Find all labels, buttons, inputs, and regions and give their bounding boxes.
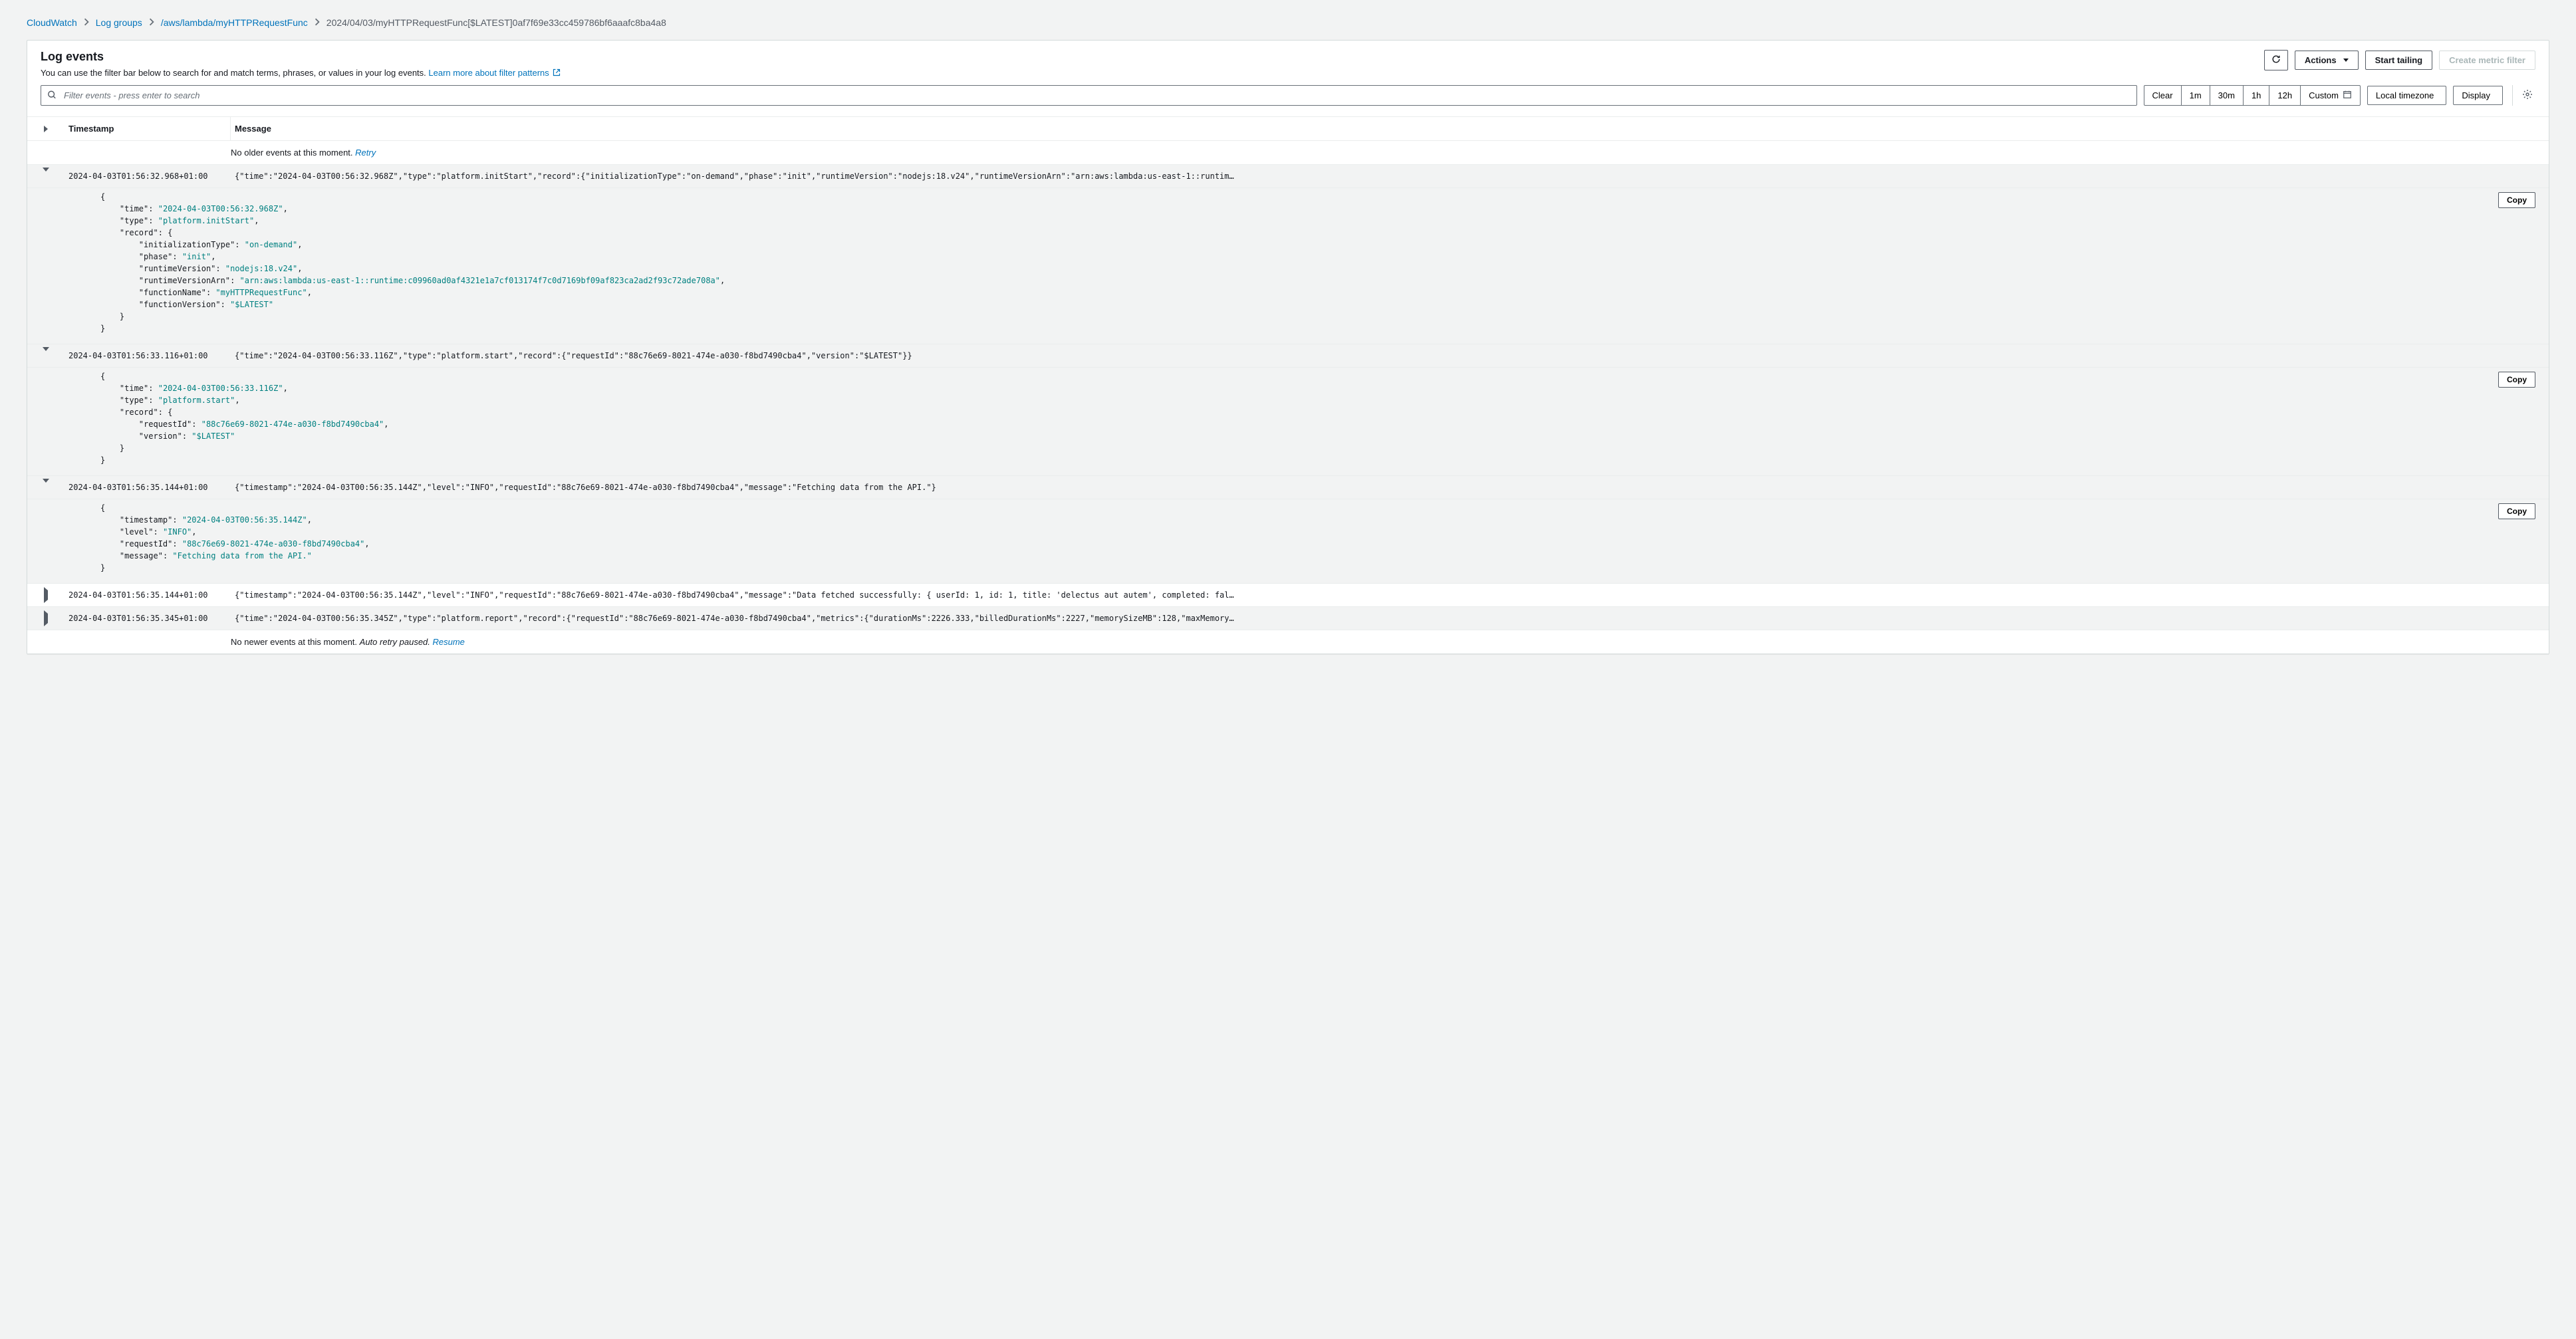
- copy-button[interactable]: Copy: [2498, 503, 2535, 519]
- event-message-summary: {"timestamp":"2024-04-03T00:56:35.144Z",…: [231, 584, 2549, 606]
- time-custom-button[interactable]: Custom: [2301, 85, 2361, 106]
- event-message-summary: {"time":"2024-04-03T00:56:33.116Z","type…: [231, 344, 2549, 367]
- event-message-summary: {"time":"2024-04-03T00:56:32.968Z","type…: [231, 165, 2549, 187]
- log-event-row: 2024-04-03T01:56:33.116+01:00{"time":"20…: [27, 344, 2549, 368]
- filter-events-input[interactable]: [41, 85, 2137, 106]
- settings-button[interactable]: [2512, 85, 2535, 106]
- event-json: { "time": "2024-04-03T00:56:32.968Z", "t…: [100, 191, 2535, 334]
- log-events-panel: Log events You can use the filter bar be…: [27, 40, 2549, 654]
- breadcrumb-log-group-name[interactable]: /aws/lambda/myHTTPRequestFunc: [161, 17, 308, 28]
- external-link-icon: [553, 68, 561, 78]
- event-message-summary: {"time":"2024-04-03T00:56:35.345Z","type…: [231, 607, 2549, 630]
- start-tailing-button[interactable]: Start tailing: [2365, 51, 2433, 70]
- expand-toggle[interactable]: [27, 476, 64, 499]
- expand-toggle[interactable]: [27, 165, 64, 187]
- caret-down-icon: [43, 168, 49, 181]
- event-timestamp: 2024-04-03T01:56:35.144+01:00: [64, 584, 231, 606]
- expand-toggle[interactable]: [27, 584, 64, 606]
- chevron-right-icon: [315, 17, 320, 28]
- calendar-icon: [2343, 90, 2352, 101]
- table-header: Timestamp Message: [27, 116, 2549, 141]
- caret-down-icon: [43, 347, 49, 360]
- caret-right-icon: [44, 126, 48, 132]
- log-event-row: 2024-04-03T01:56:32.968+01:00{"time":"20…: [27, 165, 2549, 188]
- expand-toggle[interactable]: [27, 344, 64, 367]
- column-timestamp[interactable]: Timestamp: [64, 117, 231, 140]
- resume-link[interactable]: Resume: [433, 637, 465, 647]
- log-event-row: 2024-04-03T01:56:35.144+01:00{"timestamp…: [27, 476, 2549, 499]
- time-clear-button[interactable]: Clear: [2144, 85, 2182, 106]
- event-timestamp: 2024-04-03T01:56:35.345+01:00: [64, 607, 231, 630]
- breadcrumbs: CloudWatch Log groups /aws/lambda/myHTTP…: [27, 17, 2549, 28]
- copy-button[interactable]: Copy: [2498, 192, 2535, 208]
- event-timestamp: 2024-04-03T01:56:35.144+01:00: [64, 476, 231, 499]
- no-newer-row: No newer events at this moment. Auto ret…: [27, 630, 2549, 654]
- timezone-select[interactable]: Local timezone: [2367, 86, 2446, 105]
- caret-down-icon: [43, 479, 49, 492]
- time-12h-button[interactable]: 12h: [2269, 85, 2301, 106]
- copy-button[interactable]: Copy: [2498, 372, 2535, 388]
- retry-link[interactable]: Retry: [355, 148, 376, 158]
- create-metric-filter-button: Create metric filter: [2439, 51, 2535, 70]
- no-older-row: No older events at this moment. Retry: [27, 141, 2549, 165]
- breadcrumb-log-groups[interactable]: Log groups: [96, 17, 142, 28]
- page-subtitle: You can use the filter bar below to sear…: [41, 68, 561, 78]
- log-event-row: 2024-04-03T01:56:35.345+01:00{"time":"20…: [27, 607, 2549, 630]
- gear-icon: [2522, 89, 2533, 102]
- time-1m-button[interactable]: 1m: [2182, 85, 2210, 106]
- chevron-right-icon: [149, 17, 154, 28]
- page-title: Log events: [41, 50, 561, 64]
- event-timestamp: 2024-04-03T01:56:32.968+01:00: [64, 165, 231, 187]
- time-30m-button[interactable]: 30m: [2210, 85, 2244, 106]
- chevron-right-icon: [84, 17, 89, 28]
- column-message[interactable]: Message: [231, 117, 2549, 140]
- event-json: { "timestamp": "2024-04-03T00:56:35.144Z…: [100, 502, 2535, 574]
- search-icon: [47, 90, 57, 101]
- expand-toggle[interactable]: [27, 607, 64, 630]
- log-event-detail: Copy{ "timestamp": "2024-04-03T00:56:35.…: [27, 499, 2549, 584]
- event-message-summary: {"timestamp":"2024-04-03T00:56:35.144Z",…: [231, 476, 2549, 499]
- log-event-detail: Copy{ "time": "2024-04-03T00:56:33.116Z"…: [27, 368, 2549, 476]
- learn-more-link[interactable]: Learn more about filter patterns: [428, 68, 561, 78]
- caret-right-icon: [44, 610, 48, 626]
- caret-right-icon: [44, 587, 48, 603]
- breadcrumb-cloudwatch[interactable]: CloudWatch: [27, 17, 77, 28]
- display-select[interactable]: Display: [2453, 86, 2503, 105]
- time-range-bar: Clear 1m 30m 1h 12h Custom: [2144, 85, 2361, 106]
- log-event-row: 2024-04-03T01:56:35.144+01:00{"timestamp…: [27, 584, 2549, 607]
- actions-button[interactable]: Actions: [2295, 51, 2359, 70]
- refresh-icon: [2271, 55, 2281, 66]
- event-timestamp: 2024-04-03T01:56:33.116+01:00: [64, 344, 231, 367]
- chevron-down-icon: [2343, 59, 2349, 62]
- breadcrumb-current: 2024/04/03/myHTTPRequestFunc[$LATEST]0af…: [326, 17, 666, 28]
- event-json: { "time": "2024-04-03T00:56:33.116Z", "t…: [100, 370, 2535, 466]
- refresh-button[interactable]: [2264, 50, 2288, 70]
- log-event-detail: Copy{ "time": "2024-04-03T00:56:32.968Z"…: [27, 188, 2549, 344]
- time-1h-button[interactable]: 1h: [2244, 85, 2269, 106]
